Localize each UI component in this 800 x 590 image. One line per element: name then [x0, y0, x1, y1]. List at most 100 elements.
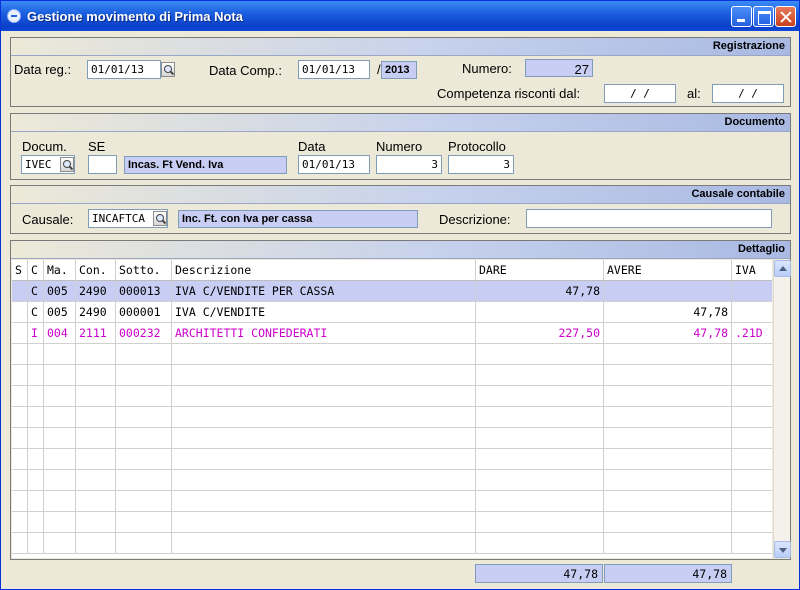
- empty-cell: [476, 491, 604, 512]
- empty-cell: [116, 428, 172, 449]
- col-header-con[interactable]: Con.: [76, 260, 116, 281]
- col-header-sotto[interactable]: Sotto.: [116, 260, 172, 281]
- maximize-button[interactable]: [753, 6, 774, 27]
- table-row[interactable]: I 004 2111 000232 ARCHITETTI CONFEDERATI…: [12, 323, 772, 344]
- empty-cell: [12, 365, 28, 386]
- empty-row[interactable]: [12, 470, 772, 491]
- anno-field: 2013: [381, 61, 417, 79]
- scroll-down-arrow-icon[interactable]: [774, 541, 791, 558]
- empty-cell: [12, 449, 28, 470]
- data-reg-label: Data reg.:: [14, 62, 72, 77]
- empty-cell: [44, 386, 76, 407]
- totale-dare-field: 47,78: [475, 564, 603, 583]
- cell-ma: 005: [44, 281, 76, 302]
- cell-s: [12, 281, 28, 302]
- causale-label: Causale:: [22, 212, 74, 227]
- empty-cell: [476, 449, 604, 470]
- cell-ma: 004: [44, 323, 76, 344]
- empty-cell: [28, 470, 44, 491]
- causale-lookup-icon[interactable]: [153, 211, 167, 226]
- empty-cell: [12, 407, 28, 428]
- empty-cell: [28, 407, 44, 428]
- data-doc-field[interactable]: 01/01/13: [298, 155, 370, 174]
- col-header-c[interactable]: C: [28, 260, 44, 281]
- empty-cell: [476, 470, 604, 491]
- cell-dare: 47,78: [476, 281, 604, 302]
- data-reg-field[interactable]: 01/01/13: [87, 60, 161, 79]
- empty-cell: [604, 533, 732, 554]
- empty-cell: [604, 428, 732, 449]
- docum-lookup-icon[interactable]: [60, 157, 74, 172]
- empty-row[interactable]: [12, 428, 772, 449]
- col-header-ma[interactable]: Ma.: [44, 260, 76, 281]
- totale-avere-field: 47,78: [604, 564, 732, 583]
- cell-sotto: 000001: [116, 302, 172, 323]
- empty-cell: [76, 491, 116, 512]
- empty-cell: [76, 428, 116, 449]
- empty-cell: [76, 470, 116, 491]
- empty-cell: [604, 491, 732, 512]
- empty-cell: [476, 407, 604, 428]
- empty-cell: [76, 512, 116, 533]
- dettaglio-grid[interactable]: S C Ma. Con. Sotto. Descrizione DARE AVE…: [12, 260, 772, 558]
- minimize-button[interactable]: [731, 6, 752, 27]
- empty-cell: [12, 491, 28, 512]
- empty-cell: [44, 470, 76, 491]
- empty-cell: [44, 512, 76, 533]
- empty-cell: [172, 344, 476, 365]
- numero-doc-field[interactable]: 3: [376, 155, 442, 174]
- col-header-iva[interactable]: IVA: [732, 260, 772, 281]
- descrizione-field[interactable]: [526, 209, 772, 228]
- empty-cell: [604, 449, 732, 470]
- documento-header: Documento: [11, 114, 790, 132]
- empty-cell: [172, 365, 476, 386]
- data-comp-field[interactable]: 01/01/13: [298, 60, 370, 79]
- empty-cell: [476, 386, 604, 407]
- cell-iva: .21D: [735, 326, 763, 340]
- table-row[interactable]: C 005 2490 000001 IVA C/VENDITE 47,78: [12, 302, 772, 323]
- grid-vertical-scrollbar[interactable]: [773, 260, 791, 558]
- causale-title: Causale contabile: [691, 188, 785, 200]
- cell-iva: [732, 281, 772, 302]
- empty-cell: [172, 470, 476, 491]
- empty-row[interactable]: [12, 386, 772, 407]
- empty-row[interactable]: [12, 449, 772, 470]
- col-header-dare[interactable]: DARE: [476, 260, 604, 281]
- col-header-avere[interactable]: AVERE: [604, 260, 732, 281]
- empty-cell: [172, 533, 476, 554]
- empty-cell: [44, 407, 76, 428]
- competenza-dal-field[interactable]: / /: [604, 84, 676, 103]
- empty-row[interactable]: [12, 365, 772, 386]
- descrizione-label: Descrizione:: [439, 212, 511, 227]
- competenza-al-field[interactable]: / /: [712, 84, 784, 103]
- empty-cell: [12, 428, 28, 449]
- empty-cell: [44, 344, 76, 365]
- col-header-s[interactable]: S: [12, 260, 28, 281]
- registrazione-header: Registrazione: [11, 38, 790, 56]
- empty-cell: [12, 344, 28, 365]
- numero-reg-label: Numero:: [462, 61, 512, 76]
- data-reg-lookup-icon[interactable]: [161, 62, 175, 77]
- empty-cell: [28, 428, 44, 449]
- empty-cell: [604, 344, 732, 365]
- empty-row[interactable]: [12, 407, 772, 428]
- scroll-up-arrow-icon[interactable]: [774, 260, 791, 277]
- empty-row[interactable]: [12, 512, 772, 533]
- protocollo-field[interactable]: 3: [448, 155, 514, 174]
- col-header-descrizione[interactable]: Descrizione: [172, 260, 476, 281]
- table-row[interactable]: C 005 2490 000013 IVA C/VENDITE PER CASS…: [12, 281, 772, 302]
- empty-cell: [476, 512, 604, 533]
- dettaglio-header: Dettaglio: [11, 241, 790, 259]
- grid-header-row: S C Ma. Con. Sotto. Descrizione DARE AVE…: [12, 260, 772, 281]
- se-field[interactable]: [88, 155, 117, 174]
- title-bar[interactable]: Gestione movimento di Prima Nota: [1, 1, 799, 31]
- empty-row[interactable]: [12, 344, 772, 365]
- empty-row[interactable]: [12, 491, 772, 512]
- documento-panel: Documento Docum. IVEC SE Incas. Ft Vend.…: [10, 113, 791, 180]
- close-button[interactable]: [775, 6, 796, 27]
- cell-dare: [476, 302, 604, 323]
- empty-cell: [116, 365, 172, 386]
- cell-s: [12, 323, 28, 344]
- numero-reg-field: 27: [525, 59, 593, 77]
- empty-row[interactable]: [12, 533, 772, 554]
